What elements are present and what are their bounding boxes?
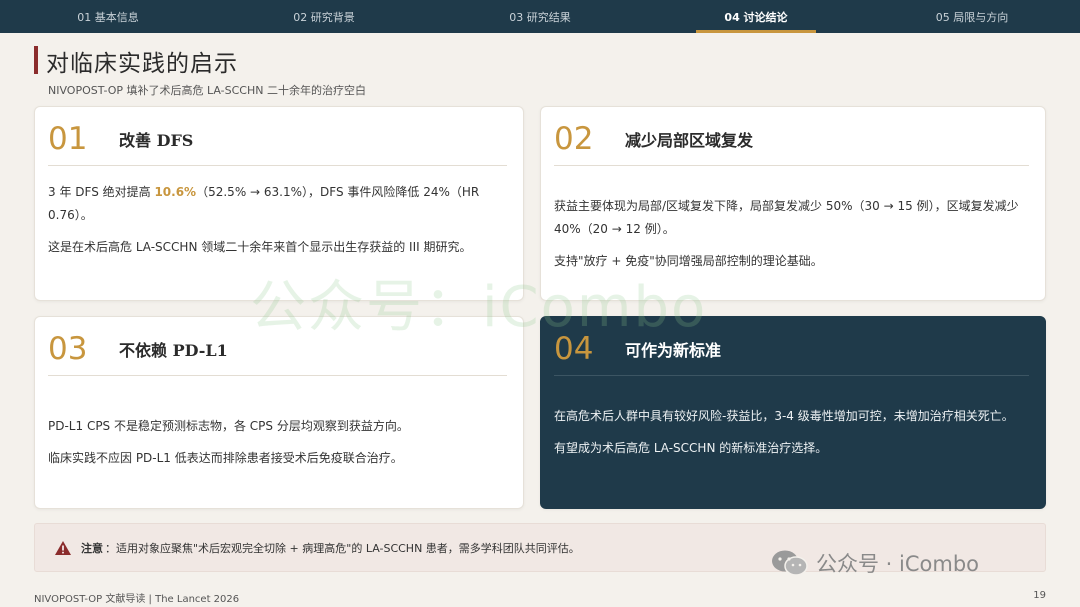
tab-limitations[interactable]: 05 局限与方向 xyxy=(864,0,1080,33)
tab-results[interactable]: 03 研究结果 xyxy=(432,0,648,33)
page-number: 19 xyxy=(1033,590,1046,601)
note-text: ：适用对象应聚焦"术后宏观完全切除 + 病理高危"的 LA-SCCHN 患者，需… xyxy=(105,541,580,555)
tab-discussion[interactable]: 04 讨论结论 xyxy=(648,0,864,33)
note-label: 注意 xyxy=(81,541,103,555)
card-number: 03 xyxy=(48,331,88,367)
card-body: 3 年 DFS 绝对提高 10.6%（52.5% → 63.1%），DFS 事件… xyxy=(48,181,509,268)
corner-watermark-text: 公众号 · iCombo xyxy=(816,552,980,576)
card-new-standard: 04 可作为新标准 在高危术后人群中具有较好风险-获益比，3-4 级毒性增加可控… xyxy=(540,316,1046,509)
wechat-icon xyxy=(772,550,808,576)
card-body: 在高危术后人群中具有较好风险-获益比，3-4 级毒性增加可控，未增加治疗相关死亡… xyxy=(554,405,1031,469)
card-improve-dfs: 01 改善 DFS 3 年 DFS 绝对提高 10.6%（52.5% → 63.… xyxy=(34,106,524,301)
card-number: 01 xyxy=(48,121,88,157)
page-subtitle: NIVOPOST-OP 填补了术后高危 LA-SCCHN 二十余年的治疗空白 xyxy=(48,84,366,97)
card-paragraph: 有望成为术后高危 LA-SCCHN 的新标准治疗选择。 xyxy=(554,441,828,455)
card-title: 改善 DFS xyxy=(119,131,194,150)
card-paragraph: 在高危术后人群中具有较好风险-获益比，3-4 级毒性增加可控，未增加治疗相关死亡… xyxy=(554,409,1014,423)
corner-watermark: 公众号 · iCombo xyxy=(770,548,979,578)
card-title: 可作为新标准 xyxy=(625,341,722,360)
tab-basic-info[interactable]: 01 基本信息 xyxy=(0,0,216,33)
text-segment: 3 年 DFS 绝对提高 xyxy=(48,185,155,199)
card-divider xyxy=(48,165,507,166)
card-title: 不依赖 PD-L1 xyxy=(119,341,228,360)
card-paragraph: 支持"放疗 + 免疫"协同增强局部控制的理论基础。 xyxy=(554,254,823,268)
card-divider xyxy=(48,375,507,376)
tab-background[interactable]: 02 研究背景 xyxy=(216,0,432,33)
card-reduce-recurrence: 02 减少局部区域复发 获益主要体现为局部/区域复发下降，局部复发减少 50%（… xyxy=(540,106,1046,301)
card-divider xyxy=(554,375,1029,376)
card-paragraph: 临床实践不应因 PD-L1 低表达而排除患者接受术后免疫联合治疗。 xyxy=(48,451,403,465)
footer-source: NIVOPOST-OP 文献导读 | The Lancet 2026 xyxy=(34,594,240,605)
card-paragraph: 3 年 DFS 绝对提高 10.6%（52.5% → 63.1%），DFS 事件… xyxy=(48,181,509,227)
card-pdl1-independent: 03 不依赖 PD-L1 PD-L1 CPS 不是稳定预测标志物，各 CPS 分… xyxy=(34,316,524,509)
card-paragraph: 这是在术后高危 LA-SCCHN 领域二十余年来首个显示出生存获益的 III 期… xyxy=(48,240,472,254)
card-number: 02 xyxy=(554,121,594,157)
card-body: PD-L1 CPS 不是稳定预测标志物，各 CPS 分层均观察到获益方向。 临床… xyxy=(48,415,509,479)
title-accent-bar xyxy=(34,46,38,74)
card-paragraph: PD-L1 CPS 不是稳定预测标志物，各 CPS 分层均观察到获益方向。 xyxy=(48,419,409,433)
page-title: 对临床实践的启示 xyxy=(46,51,238,77)
highlight-value: 10.6% xyxy=(154,185,197,199)
card-body: 获益主要体现为局部/区域复发下降，局部复发减少 50%（30 → 15 例），区… xyxy=(554,195,1031,282)
card-title: 减少局部区域复发 xyxy=(625,131,754,150)
card-number: 04 xyxy=(554,331,594,367)
card-paragraph: 获益主要体现为局部/区域复发下降，局部复发减少 50%（30 → 15 例），区… xyxy=(554,199,1019,236)
warning-icon xyxy=(55,540,71,555)
top-nav: 01 基本信息 02 研究背景 03 研究结果 04 讨论结论 05 局限与方向 xyxy=(0,0,1080,33)
card-divider xyxy=(554,165,1029,166)
